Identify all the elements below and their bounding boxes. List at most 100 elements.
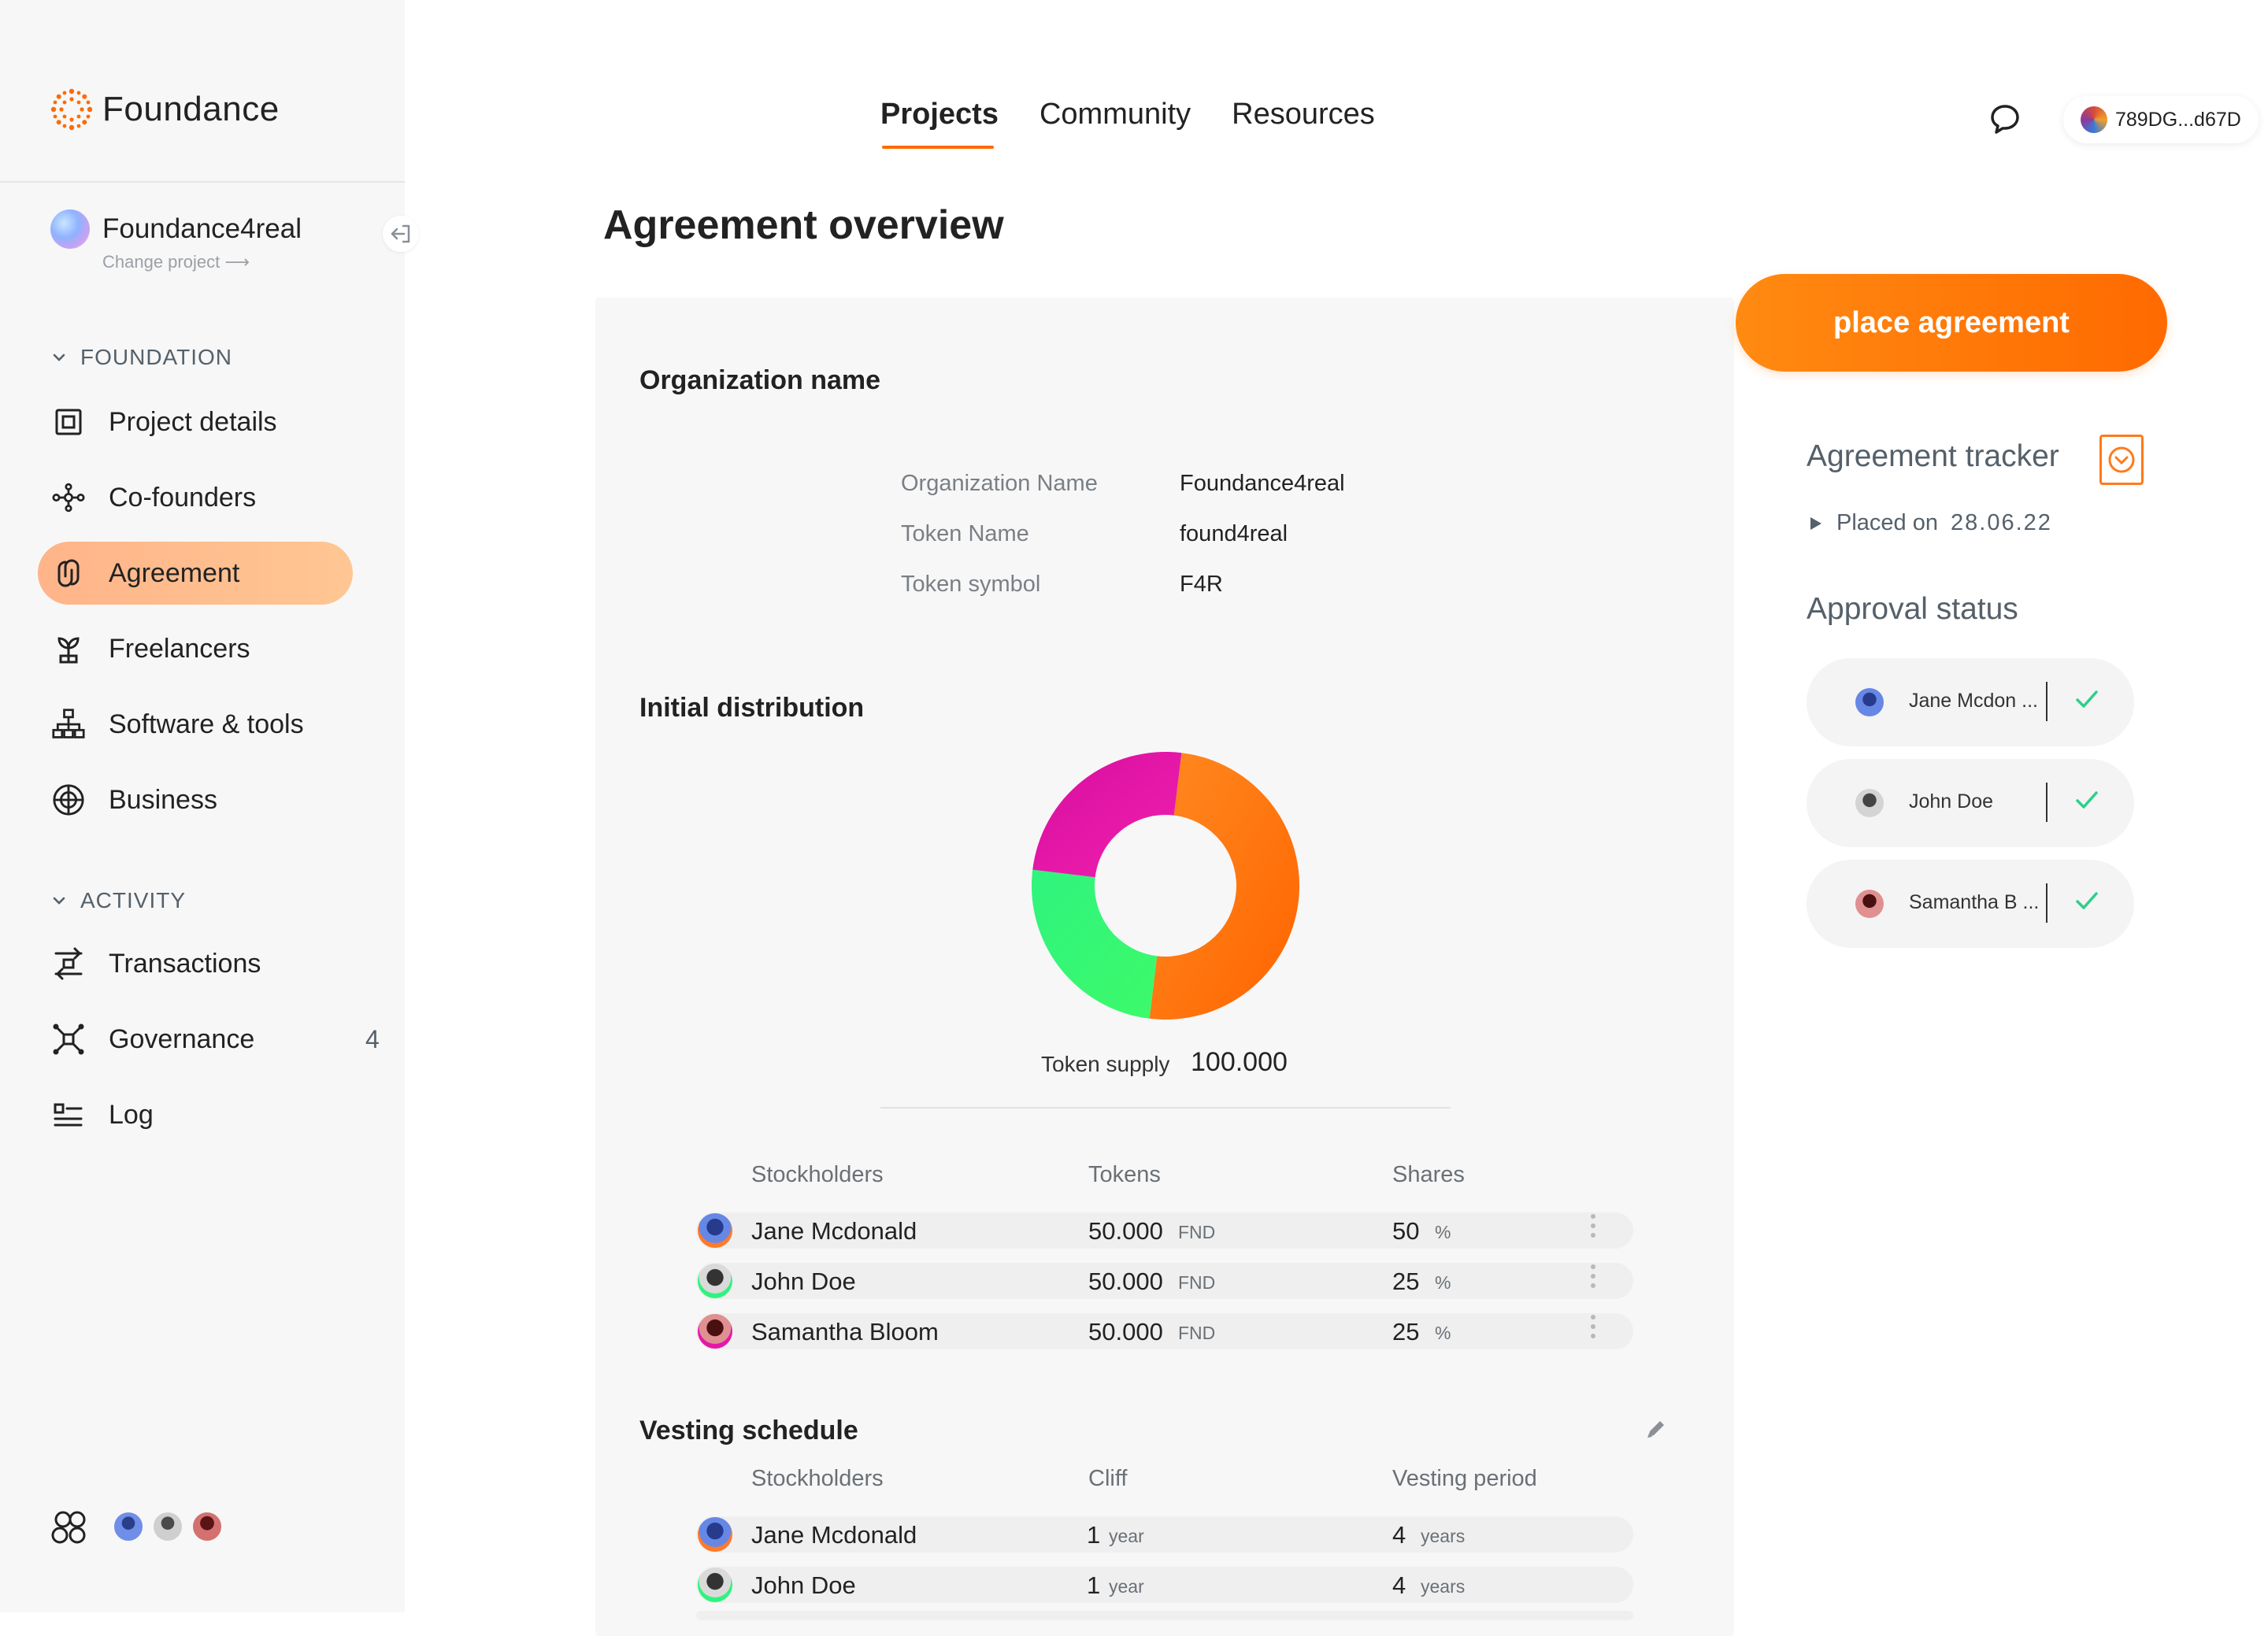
avatar <box>1855 688 1884 716</box>
brand-logo[interactable]: Foundance <box>49 87 280 132</box>
donut-slice-samantha-bloom <box>1032 752 1182 878</box>
edit-vesting-button[interactable] <box>1644 1417 1668 1445</box>
project-switcher[interactable]: Foundance4real <box>50 209 302 249</box>
governance-icon <box>53 1023 84 1055</box>
chat-bubble-icon <box>1991 105 2019 134</box>
section-title: ACTIVITY <box>80 888 187 912</box>
stockholder-name: Samantha Bloom <box>751 1318 939 1345</box>
donut-slice-john-doe <box>1032 869 1158 1019</box>
wallet-avatar <box>2081 106 2107 133</box>
team-footer[interactable] <box>50 1508 224 1545</box>
sidebar-item-co-founders[interactable]: Co-founders <box>38 466 353 529</box>
share-value: 25 <box>1392 1318 1420 1345</box>
token-supply-value: 100.000 <box>1191 1047 1288 1077</box>
approval-item[interactable]: Jane Mcdon ... <box>1807 658 2134 746</box>
place-agreement-button[interactable]: place agreement <box>1736 274 2167 372</box>
section-foundation[interactable]: FOUNDATION <box>50 345 232 370</box>
chevron-down-icon <box>53 897 65 905</box>
sidebar-item-project-details[interactable]: Project details <box>38 390 353 453</box>
stockholder-name: John Doe <box>751 1571 856 1599</box>
approval-item[interactable]: Samantha B ... <box>1807 860 2134 948</box>
share-value: 25 <box>1392 1268 1420 1295</box>
collapse-sidebar-button[interactable] <box>383 216 419 252</box>
avatar <box>191 1510 224 1543</box>
sidebar-item-governance[interactable]: Governance <box>38 1008 353 1071</box>
project-name: Foundance4real <box>102 213 302 244</box>
organization-heading: Organization name <box>639 365 881 395</box>
sprout-icon <box>57 637 80 664</box>
cliff-unit: year <box>1109 1576 1144 1597</box>
sidebar-item-log[interactable]: Log <box>38 1083 353 1146</box>
stockholder-name: Jane Mcdonald <box>751 1217 917 1245</box>
column-header-cliff: Cliff <box>1088 1466 1128 1491</box>
transfer-icon <box>54 947 83 980</box>
top-navigation: Projects Community Resources <box>880 98 1375 149</box>
token-supply-label: Token supply <box>1041 1052 1170 1076</box>
avatar <box>1855 890 1884 918</box>
token-unit: FND <box>1178 1323 1216 1343</box>
sidebar-item-software-tools[interactable]: Software & tools <box>38 693 353 756</box>
share-value: 50 <box>1392 1217 1420 1245</box>
column-header-stockholders: Stockholders <box>751 1162 884 1187</box>
network-icon <box>52 483 85 513</box>
tab-projects[interactable]: Projects <box>880 98 999 149</box>
column-header-vesting-period: Vesting period <box>1392 1466 1537 1491</box>
avatar <box>698 1517 732 1552</box>
tab-community[interactable]: Community <box>1040 98 1191 131</box>
hierarchy-icon <box>52 709 85 738</box>
tracker-toggle-button[interactable] <box>2099 435 2144 485</box>
team-icon <box>51 1511 86 1544</box>
column-header-shares: Shares <box>1392 1162 1465 1187</box>
column-header-stockholders: Stockholders <box>751 1466 884 1491</box>
avatar <box>151 1510 184 1543</box>
token-symbol-value: F4R <box>1180 572 1223 597</box>
separator <box>2046 783 2048 822</box>
token-amount: 50.000 <box>1088 1318 1163 1345</box>
divider <box>880 1107 1451 1109</box>
stockholder-name: John Doe <box>751 1268 856 1295</box>
org-name-label: Organization Name <box>901 471 1098 496</box>
cliff-unit: year <box>1109 1526 1144 1546</box>
collapse-icon <box>391 224 410 243</box>
approval-item[interactable]: John Doe <box>1807 759 2134 847</box>
row-menu-icon[interactable] <box>1591 1214 1595 1238</box>
sidebar-item-freelancers[interactable]: Freelancers <box>38 617 353 680</box>
log-icon <box>54 1103 83 1127</box>
wallet-button[interactable]: 789DG...d67D <box>2063 96 2259 143</box>
tab-resources[interactable]: Resources <box>1232 98 1375 131</box>
stockholder-name: Jane Mcdonald <box>751 1521 917 1549</box>
avatar <box>698 1568 732 1602</box>
token-name-value: found4real <box>1180 521 1288 546</box>
change-project-link[interactable]: Change project ⟶ <box>102 252 250 272</box>
column-header-tokens: Tokens <box>1088 1162 1161 1187</box>
page-title: Agreement overview <box>603 202 1004 248</box>
row-menu-icon[interactable] <box>1591 1315 1595 1338</box>
messages-button[interactable] <box>1988 102 2022 141</box>
row-menu-icon[interactable] <box>1591 1264 1595 1288</box>
section-title: FOUNDATION <box>80 345 233 369</box>
placed-on-row[interactable]: Placed on 28.06.22 <box>1808 510 2052 536</box>
triangle-right-icon <box>1810 516 1821 530</box>
share-unit: % <box>1435 1272 1451 1293</box>
sidebar-item-label: Software & tools <box>109 709 304 739</box>
sidebar-item-label: Freelancers <box>109 633 250 664</box>
org-name-value: Foundance4real <box>1180 471 1345 496</box>
sidebar-item-transactions[interactable]: Transactions <box>38 932 353 995</box>
approver-name: John Doe <box>1909 790 1994 812</box>
check-icon <box>2076 892 2098 909</box>
check-icon <box>2076 791 2098 809</box>
approver-name: Jane Mcdon ... <box>1909 690 2038 712</box>
approval-status-title: Approval status <box>1807 592 2018 626</box>
sidebar-item-label: Business <box>109 784 217 815</box>
check-icon <box>2076 690 2098 708</box>
sidebar-item-label: Log <box>109 1099 154 1130</box>
brand-name: Foundance <box>102 90 280 128</box>
avatar <box>112 1510 145 1543</box>
chevron-circle-icon <box>2108 446 2135 473</box>
placed-on-date: 28.06.22 <box>1951 510 2052 535</box>
sidebar-item-label: Governance <box>109 1023 255 1054</box>
sidebar-item-agreement[interactable]: Agreement <box>38 542 353 605</box>
section-activity[interactable]: ACTIVITY <box>50 888 186 913</box>
vesting-heading: Vesting schedule <box>639 1416 858 1445</box>
sidebar-item-business[interactable]: Business <box>38 768 353 831</box>
